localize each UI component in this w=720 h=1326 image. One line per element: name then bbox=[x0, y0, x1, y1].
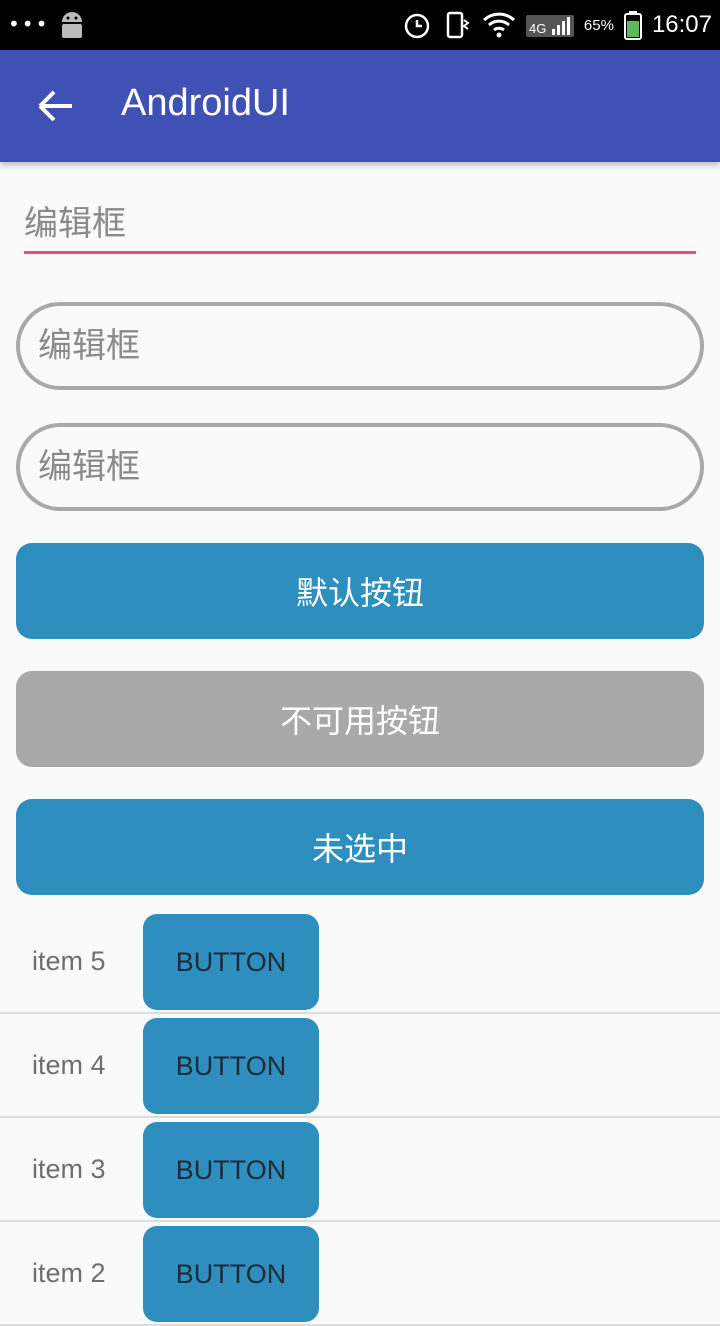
rounded-edit-field-2[interactable] bbox=[16, 423, 704, 511]
toggle-button[interactable]: 未选中 bbox=[16, 799, 704, 895]
alarm-icon bbox=[404, 13, 430, 39]
list-item-button[interactable]: BUTTON bbox=[143, 1122, 319, 1218]
battery-icon bbox=[623, 11, 642, 40]
list-item: item 3 BUTTON bbox=[0, 1118, 720, 1222]
underlined-edit-field[interactable] bbox=[24, 196, 696, 254]
status-bar: ••• 4G 65% 16:07 bbox=[0, 0, 720, 50]
page-title: AndroidUI bbox=[121, 82, 290, 124]
vibrate-icon bbox=[446, 11, 470, 39]
list-item-button[interactable]: BUTTON bbox=[143, 914, 319, 1010]
list-item: item 5 BUTTON bbox=[0, 910, 720, 1014]
arrow-back-icon[interactable] bbox=[36, 88, 76, 124]
list-item-label: item 5 bbox=[32, 946, 106, 976]
wifi-icon bbox=[482, 12, 515, 38]
list-item-label: item 2 bbox=[32, 1258, 106, 1288]
more-dots-icon: ••• bbox=[8, 12, 50, 36]
list-item-label: item 3 bbox=[32, 1154, 106, 1184]
android-icon bbox=[62, 12, 82, 38]
list-item: item 4 BUTTON bbox=[0, 1014, 720, 1118]
svg-text:4G: 4G bbox=[529, 21, 546, 36]
rounded-edit-field-1[interactable] bbox=[16, 302, 704, 390]
app-bar: AndroidUI bbox=[0, 50, 720, 162]
item-list[interactable]: item 5 BUTTON item 4 BUTTON item 3 BUTTO… bbox=[0, 910, 720, 1326]
list-item: item 2 BUTTON bbox=[0, 1222, 720, 1326]
battery-percent: 65% bbox=[583, 16, 614, 34]
default-button[interactable]: 默认按钮 bbox=[16, 543, 704, 639]
list-item-label: item 4 bbox=[32, 1050, 106, 1080]
disabled-button: 不可用按钮 bbox=[16, 671, 704, 767]
signal-icon: 4G bbox=[525, 15, 574, 37]
list-item-button[interactable]: BUTTON bbox=[143, 1018, 319, 1114]
list-item-button[interactable]: BUTTON bbox=[143, 1226, 319, 1322]
clock: 16:07 bbox=[651, 11, 712, 38]
